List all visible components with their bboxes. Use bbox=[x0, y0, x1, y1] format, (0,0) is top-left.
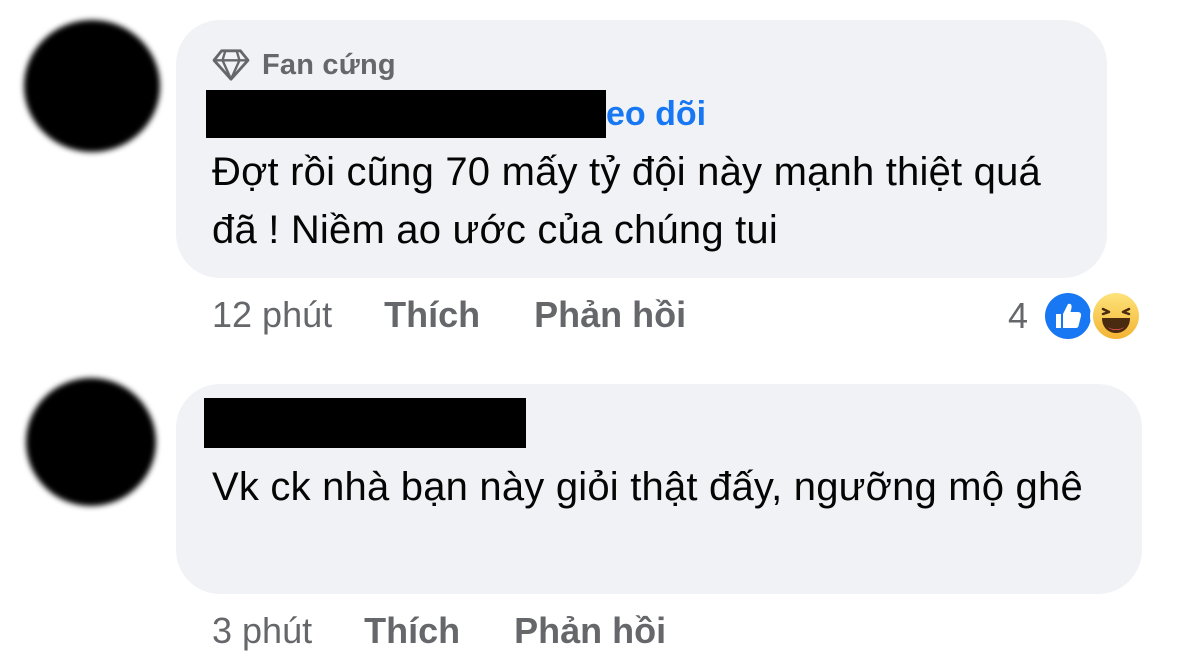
reaction-count: 4 bbox=[1008, 295, 1029, 336]
like-icon bbox=[1042, 290, 1095, 342]
comment-text: Đợt rồi cũng 70 mấy tỷ đội này mạnh thiệ… bbox=[212, 150, 1041, 252]
like-button[interactable]: Thích bbox=[384, 294, 480, 336]
timestamp[interactable]: 3 phút bbox=[212, 610, 312, 652]
comments-panel: Fan cứng eo dõi Đợt rồi cũng 70 mấy tỷ đ… bbox=[0, 0, 1179, 661]
reaction-summary[interactable]: 4 bbox=[1008, 290, 1143, 342]
comment-actions: 12 phút Thích Phản hồi bbox=[212, 294, 686, 336]
like-button[interactable]: Thích bbox=[364, 610, 460, 652]
avatar[interactable] bbox=[24, 20, 160, 152]
avatar[interactable] bbox=[26, 378, 156, 506]
redacted-author-name bbox=[206, 90, 606, 138]
follow-link[interactable]: eo dõi bbox=[606, 95, 706, 134]
reply-button[interactable]: Phản hồi bbox=[514, 610, 666, 652]
reply-button[interactable]: Phản hồi bbox=[534, 294, 686, 336]
comment-text: Vk ck nhà bạn này giỏi thật đấy, ngưỡng … bbox=[212, 465, 1083, 509]
redacted-author-name bbox=[204, 398, 526, 448]
comment-actions: 3 phút Thích Phản hồi bbox=[212, 610, 666, 652]
fan-badge: Fan cứng bbox=[212, 48, 396, 82]
diamond-icon bbox=[212, 49, 250, 81]
haha-icon bbox=[1090, 290, 1143, 342]
timestamp[interactable]: 12 phút bbox=[212, 294, 332, 336]
badge-label: Fan cứng bbox=[262, 48, 396, 81]
